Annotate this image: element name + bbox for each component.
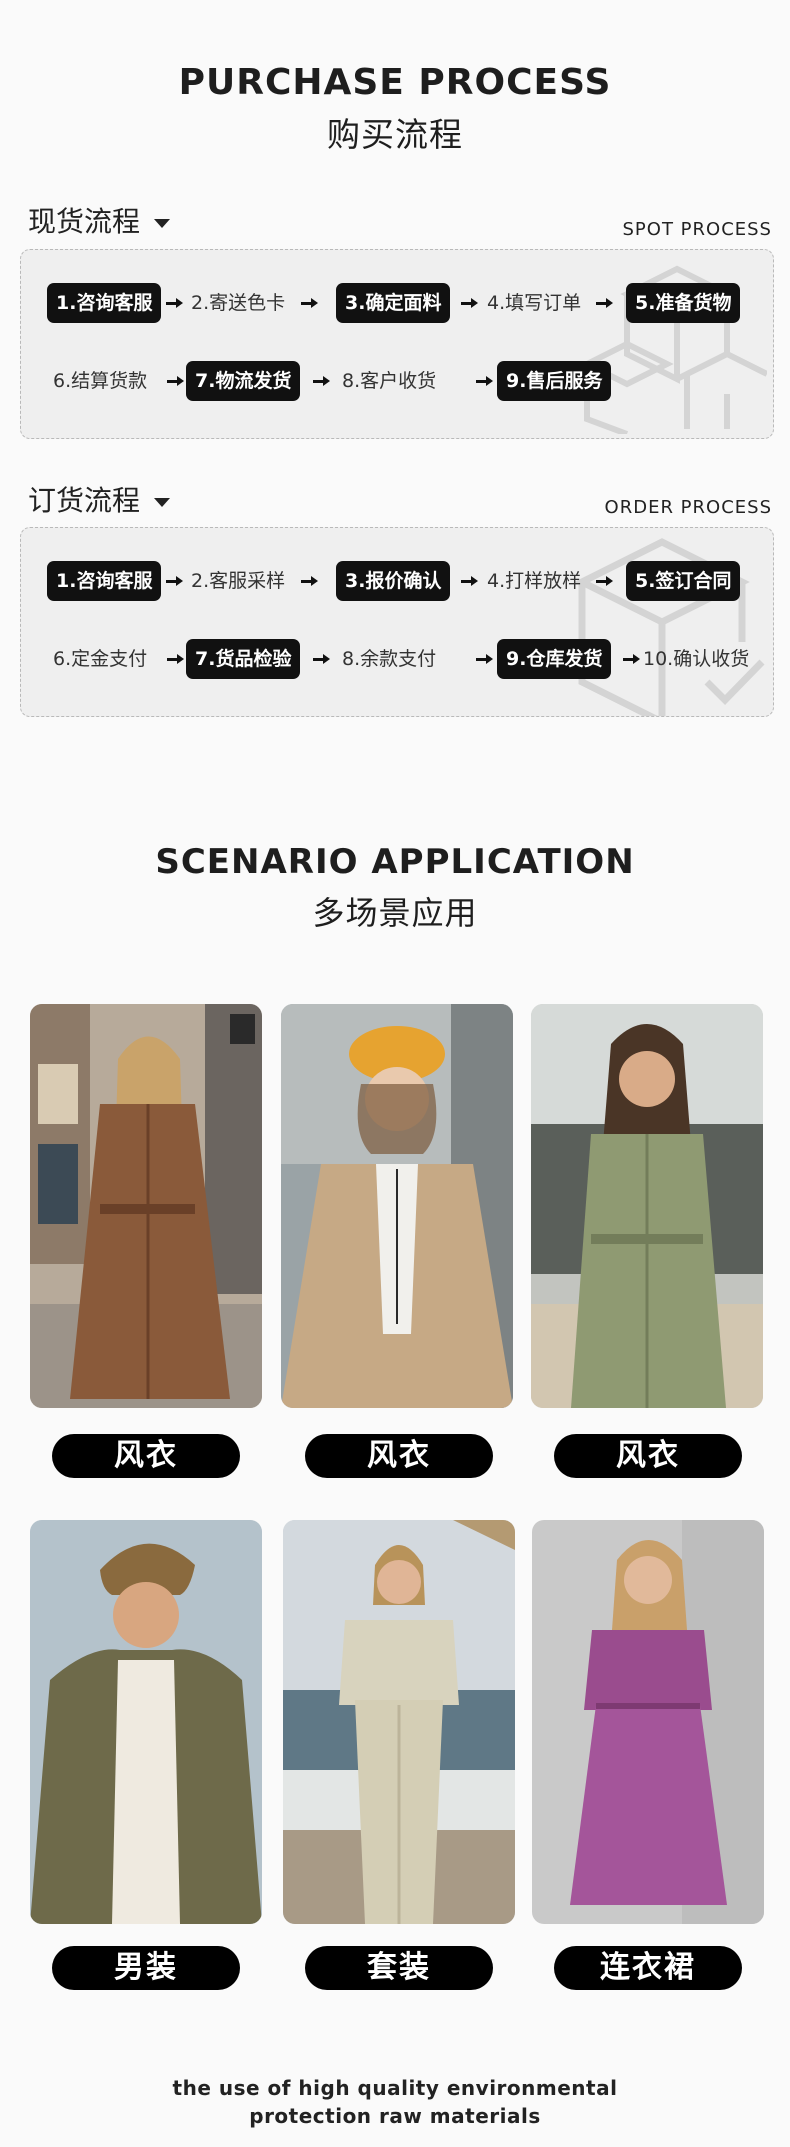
order-process-title-en: ORDER PROCESS (604, 497, 772, 518)
order-step-5: 5.签订合同 (626, 561, 741, 601)
spot-step-4: 4.填写订单 (487, 292, 582, 314)
spot-process-label: 现货流程 (28, 205, 141, 238)
scenario-photo-menswear[interactable] (30, 1520, 262, 1924)
spot-step-8: 8.客户收货 (342, 370, 437, 392)
scenario-photo-trench-green[interactable] (531, 1004, 763, 1408)
scenario-photo-dress[interactable] (532, 1520, 764, 1924)
spot-step-9: 9.售后服务 (497, 361, 612, 401)
box-watermark-icon (580, 265, 767, 434)
order-step-8: 8.余款支付 (342, 648, 437, 670)
footer-line-2: protection raw materials (249, 2104, 541, 2128)
purchase-title-cn: 购买流程 (327, 115, 463, 154)
scenario-title-cn: 多场景应用 (312, 894, 478, 932)
spot-process-title[interactable]: 现货流程 (28, 200, 171, 240)
spot-step-1: 1.咨询客服 (47, 283, 162, 323)
spot-step-2: 2.寄送色卡 (191, 292, 286, 314)
scenario-photo-trench-brown[interactable] (30, 1004, 262, 1408)
dress-image (532, 1520, 764, 1924)
label-pill-2: 风衣 (305, 1434, 493, 1478)
footer-note: the use of high quality environmental pr… (0, 2074, 790, 2130)
green-trench-image (531, 1004, 763, 1408)
purchase-title-en: PURCHASE PROCESS (178, 62, 612, 103)
order-step-2: 2.客服采样 (191, 570, 286, 592)
order-step-4: 4.打样放样 (487, 570, 582, 592)
label-pill-1: 风衣 (52, 1434, 240, 1478)
spot-step-7: 7.物流发货 (186, 361, 301, 401)
arrow-right-icon (166, 297, 184, 309)
arrow-right-icon (167, 375, 185, 387)
spot-process-box: 1.咨询客服 2.寄送色卡 3.确定面料 4.填写订单 5.准备货物 6.结算货… (20, 249, 774, 439)
arrow-right-icon (301, 297, 319, 309)
order-step-1: 1.咨询客服 (47, 561, 162, 601)
order-step-10: 10.确认收货 (643, 648, 750, 670)
box-check-watermark-icon (574, 538, 765, 716)
scenario-photo-set[interactable] (283, 1520, 515, 1924)
arrow-right-icon (623, 653, 641, 665)
order-step-6: 6.定金支付 (53, 648, 148, 670)
spot-step-6: 6.结算货款 (53, 370, 148, 392)
label-pill-4: 男装 (52, 1946, 240, 1990)
trench-coat-image (30, 1004, 262, 1408)
chevron-down-icon (154, 497, 171, 507)
footer-line-1: the use of high quality environmental (172, 2076, 618, 2100)
order-process-label: 订货流程 (28, 484, 141, 517)
label-pill-6: 连衣裙 (554, 1946, 742, 1990)
scenario-photo-trench-beige[interactable] (281, 1004, 513, 1408)
order-process-box: 1.咨询客服 2.客服采样 3.报价确认 4.打样放样 5.签订合同 6.定金支… (20, 527, 774, 717)
arrow-right-icon (313, 375, 331, 387)
label-pill-3: 风衣 (554, 1434, 742, 1478)
arrow-right-icon (461, 575, 479, 587)
order-process-title[interactable]: 订货流程 (28, 479, 171, 519)
arrow-right-icon (596, 575, 614, 587)
order-step-9: 9.仓库发货 (497, 639, 612, 679)
arrow-right-icon (476, 653, 494, 665)
spot-step-3: 3.确定面料 (336, 283, 451, 323)
spot-step-5: 5.准备货物 (626, 283, 741, 323)
chevron-down-icon (154, 218, 171, 228)
order-step-3: 3.报价确认 (336, 561, 451, 601)
trench-jacket-image (281, 1004, 513, 1408)
label-pill-5: 套装 (305, 1946, 493, 1990)
arrow-right-icon (166, 575, 184, 587)
arrow-right-icon (167, 653, 185, 665)
scenario-title-en: SCENARIO APPLICATION (155, 842, 635, 882)
arrow-right-icon (301, 575, 319, 587)
menswear-image (30, 1520, 262, 1924)
arrow-right-icon (476, 375, 494, 387)
order-step-7: 7.货品检验 (186, 639, 301, 679)
spot-process-title-en: SPOT PROCESS (622, 219, 772, 240)
arrow-right-icon (313, 653, 331, 665)
suit-set-image (283, 1520, 515, 1924)
arrow-right-icon (596, 297, 614, 309)
arrow-right-icon (461, 297, 479, 309)
